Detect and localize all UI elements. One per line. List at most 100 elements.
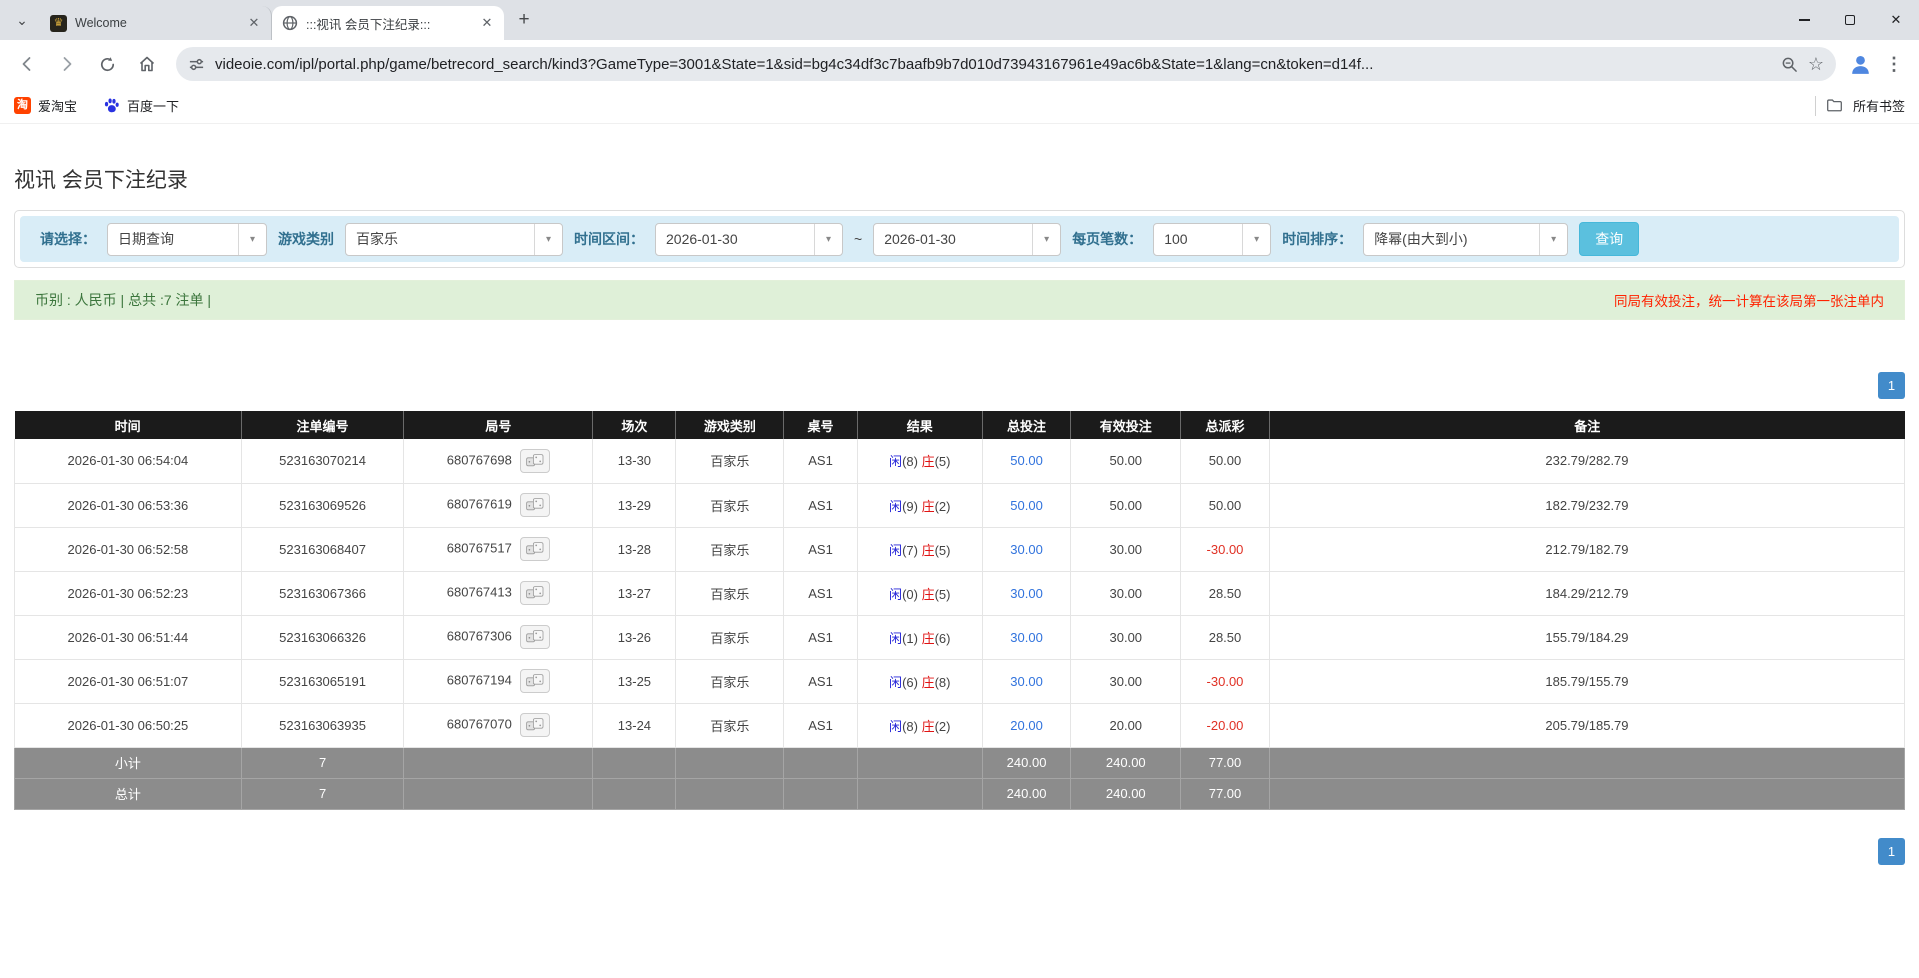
bet-table-body: 2026-01-30 06:54:04523163070214680767698… (15, 439, 1905, 809)
tab-betrecord[interactable]: :::视讯 会员下注纪录::: ✕ (272, 6, 504, 40)
home-icon (137, 54, 157, 74)
browser-toolbar: videoie.com/ipl/portal.php/game/betrecor… (0, 40, 1919, 88)
address-bar[interactable]: videoie.com/ipl/portal.php/game/betrecor… (176, 47, 1836, 81)
summary-empty-cell (1269, 747, 1904, 778)
close-tab-icon[interactable]: ✕ (245, 14, 263, 32)
round-detail-button[interactable] (520, 625, 550, 649)
page-number-button[interactable]: 1 (1878, 838, 1905, 865)
column-header: 局号 (404, 411, 593, 439)
summary-payout: 77.00 (1181, 778, 1270, 809)
player-result: 闲 (889, 454, 902, 469)
cell-time: 2026-01-30 06:50:25 (15, 703, 242, 747)
column-header: 总投注 (982, 411, 1071, 439)
cell-note: 184.29/212.79 (1269, 571, 1904, 615)
forward-button[interactable] (50, 47, 84, 81)
dice-icon (525, 629, 545, 645)
zoom-icon[interactable] (1781, 56, 1798, 73)
home-button[interactable] (130, 47, 164, 81)
cell-payout: -30.00 (1181, 659, 1270, 703)
column-header: 结果 (857, 411, 982, 439)
table-row: 2026-01-30 06:53:36523163069526680767619… (15, 483, 1905, 527)
maximize-icon (1845, 15, 1855, 25)
total-bet-link[interactable]: 50.00 (1010, 453, 1043, 468)
minimize-button[interactable] (1781, 0, 1827, 40)
table-row: 2026-01-30 06:51:07523163065191680767194… (15, 659, 1905, 703)
column-header: 时间 (15, 411, 242, 439)
close-tab-icon[interactable]: ✕ (478, 14, 496, 32)
cell-time: 2026-01-30 06:52:58 (15, 527, 242, 571)
bookmark-label: 爱淘宝 (38, 96, 77, 115)
profile-avatar[interactable] (1848, 52, 1873, 77)
cell-bet-id: 523163063935 (241, 703, 404, 747)
bookmark-label: 百度一下 (127, 96, 179, 115)
cell-game-type: 百家乐 (676, 659, 784, 703)
round-detail-button[interactable] (520, 537, 550, 561)
cell-valid-bet: 30.00 (1071, 615, 1181, 659)
date-to-select[interactable]: 2026-01-30 ▾ (873, 223, 1061, 256)
round-detail-button[interactable] (520, 713, 550, 737)
total-bet-link[interactable]: 30.00 (1010, 586, 1043, 601)
summary-empty-cell (676, 778, 784, 809)
game-type-select[interactable]: 百家乐 ▾ (345, 223, 563, 256)
total-bet-link[interactable]: 50.00 (1010, 498, 1043, 513)
summary-label: 总计 (15, 778, 242, 809)
summary-label: 小计 (15, 747, 242, 778)
back-button[interactable] (10, 47, 44, 81)
cell-session: 13-28 (593, 527, 676, 571)
summary-count: 7 (241, 778, 404, 809)
cell-bet-id: 523163066326 (241, 615, 404, 659)
cell-session: 13-30 (593, 439, 676, 483)
url-text[interactable]: videoie.com/ipl/portal.php/game/betrecor… (215, 56, 1771, 73)
page-number-button[interactable]: 1 (1878, 372, 1905, 399)
close-window-button[interactable]: ✕ (1873, 0, 1919, 40)
page-title: 视讯 会员下注纪录 (14, 164, 1905, 194)
total-bet-link[interactable]: 20.00 (1010, 718, 1043, 733)
cell-result: 闲(7) 庄(5) (857, 527, 982, 571)
cell-table-id: AS1 (784, 527, 858, 571)
date-from-select[interactable]: 2026-01-30 ▾ (655, 223, 843, 256)
banker-result: 庄 (922, 719, 935, 734)
bet-record-page: 视讯 会员下注纪录 请选择： 日期查询 ▾ 游戏类别 百家乐 ▾ 时间区间： 2… (0, 164, 1919, 895)
bookmark-baidu[interactable]: 百度一下 (103, 96, 179, 115)
cell-valid-bet: 50.00 (1071, 439, 1181, 483)
table-row: 2026-01-30 06:52:23523163067366680767413… (15, 571, 1905, 615)
cell-note: 232.79/282.79 (1269, 439, 1904, 483)
dice-icon (525, 541, 545, 557)
query-button[interactable]: 查询 (1579, 222, 1639, 256)
time-sort-select[interactable]: 降幂(由大到小) ▾ (1363, 223, 1568, 256)
cell-total-bet: 50.00 (982, 483, 1071, 527)
reload-icon (98, 55, 117, 74)
tab-search-button[interactable]: ⌄ (8, 6, 36, 34)
cell-total-bet: 30.00 (982, 659, 1071, 703)
per-page-select[interactable]: 100 ▾ (1153, 223, 1271, 256)
query-type-select[interactable]: 日期查询 ▾ (107, 223, 267, 256)
round-detail-button[interactable] (520, 449, 550, 473)
tab-welcome[interactable]: ♛ Welcome ✕ (40, 6, 272, 40)
new-tab-button[interactable]: + (510, 6, 538, 34)
site-info-icon[interactable] (188, 56, 205, 73)
round-detail-button[interactable] (520, 493, 550, 517)
reload-button[interactable] (90, 47, 124, 81)
total-bet-link[interactable]: 30.00 (1010, 630, 1043, 645)
filter-panel: 请选择： 日期查询 ▾ 游戏类别 百家乐 ▾ 时间区间： 2026-01-30 … (14, 210, 1905, 268)
summary-empty-cell (404, 778, 593, 809)
bookmark-taobao[interactable]: 淘 爱淘宝 (14, 96, 77, 115)
player-result: 闲 (889, 587, 902, 602)
all-bookmarks[interactable]: 所有书签 (1815, 96, 1905, 116)
cell-game-type: 百家乐 (676, 483, 784, 527)
round-detail-button[interactable] (520, 581, 550, 605)
browser-menu-icon[interactable]: ⋮ (1879, 54, 1909, 75)
tab-strip: ⌄ ♛ Welcome ✕ :::视讯 会员下注纪录::: ✕ + ✕ (0, 0, 1919, 40)
banker-result: 庄 (922, 454, 935, 469)
cell-session: 13-24 (593, 703, 676, 747)
round-detail-button[interactable] (520, 669, 550, 693)
cell-round-id: 680767070 (404, 703, 593, 747)
bookmark-star-icon[interactable]: ☆ (1808, 54, 1824, 75)
summary-count: 7 (241, 747, 404, 778)
range-separator: ~ (854, 231, 862, 247)
cell-session: 13-29 (593, 483, 676, 527)
total-bet-link[interactable]: 30.00 (1010, 542, 1043, 557)
maximize-button[interactable] (1827, 0, 1873, 40)
cell-time: 2026-01-30 06:54:04 (15, 439, 242, 483)
total-bet-link[interactable]: 30.00 (1010, 674, 1043, 689)
